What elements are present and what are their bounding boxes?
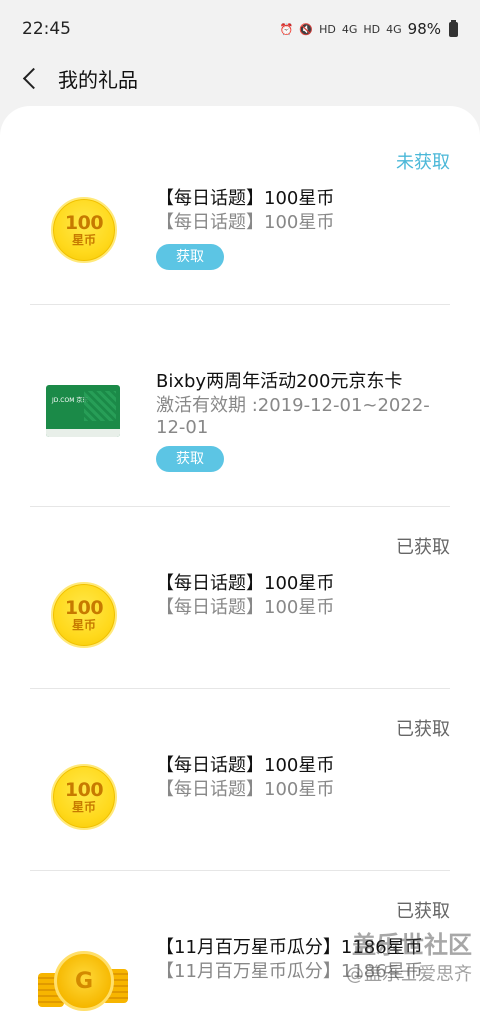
status-icons: ⏰ 🔇 HD 4G HD 4G 98% bbox=[279, 19, 458, 38]
back-arrow-icon bbox=[22, 67, 44, 89]
back-button[interactable] bbox=[10, 58, 50, 98]
gift-item: 已获取 100 星币 【每日话题】100星币 【每日话题】100星币 bbox=[30, 507, 450, 688]
gift-description: 【每日话题】100星币 bbox=[156, 597, 335, 618]
hd-icon: HD bbox=[319, 22, 336, 36]
gift-title: 【每日话题】100星币 bbox=[156, 188, 335, 209]
gift-item: 已获取 100 星币 【每日话题】100星币 【每日话题】100星币 bbox=[30, 689, 450, 870]
gift-description: 【每日话题】100星币 bbox=[156, 212, 335, 233]
battery-icon bbox=[449, 19, 458, 37]
gold-coin-stack-icon: G bbox=[38, 951, 130, 1011]
star-coin-icon: 100 星币 bbox=[51, 197, 117, 263]
gift-title: 【每日话题】100星币 bbox=[156, 573, 335, 594]
gift-list: 未获取 100 星币 【每日话题】100星币 【每日话题】100星币 获取 JD… bbox=[0, 106, 480, 1026]
4g-signal-icon: 4G bbox=[386, 22, 402, 36]
gift-status-unclaimed: 未获取 bbox=[396, 152, 450, 173]
jd-gift-card-image: JD.COM 京东 bbox=[46, 385, 120, 437]
gift-title: Bixby两周年活动200元京东卡 bbox=[156, 371, 403, 392]
mute-icon: 🔇 bbox=[299, 22, 314, 36]
4g-signal-icon: 4G bbox=[341, 22, 358, 36]
gift-description: 激活有效期 :2019-12-01~2022-12-01 bbox=[156, 395, 430, 438]
gift-title: 【每日话题】100星币 bbox=[156, 755, 335, 776]
watermark: 盖乐世社区 @盖乐士爱思齐 bbox=[346, 931, 472, 985]
gift-description: 【每日话题】100星币 bbox=[156, 779, 335, 800]
gift-status-claimed: 已获取 bbox=[396, 901, 450, 922]
alarm-icon: ⏰ bbox=[279, 22, 294, 36]
hd-icon: HD bbox=[363, 22, 381, 36]
page-title: 我的礼品 bbox=[58, 67, 138, 92]
star-coin-icon: 100 星币 bbox=[51, 764, 117, 830]
status-time: 22:45 bbox=[22, 19, 71, 39]
claim-button[interactable]: 获取 bbox=[156, 446, 224, 472]
gift-status-claimed: 已获取 bbox=[396, 537, 450, 558]
star-coin-icon: 100 星币 bbox=[51, 582, 117, 648]
header: 我的礼品 bbox=[0, 58, 480, 98]
status-bar: 22:45 ⏰ 🔇 HD 4G HD 4G 98% bbox=[0, 0, 480, 58]
gift-status-claimed: 已获取 bbox=[396, 719, 450, 740]
battery-percent: 98% bbox=[407, 20, 441, 38]
gift-item: JD.COM 京东 Bixby两周年活动200元京东卡 激活有效期 :2019-… bbox=[30, 305, 450, 506]
gift-item: 未获取 100 星币 【每日话题】100星币 【每日话题】100星币 获取 bbox=[30, 106, 450, 304]
claim-button[interactable]: 获取 bbox=[156, 244, 224, 270]
